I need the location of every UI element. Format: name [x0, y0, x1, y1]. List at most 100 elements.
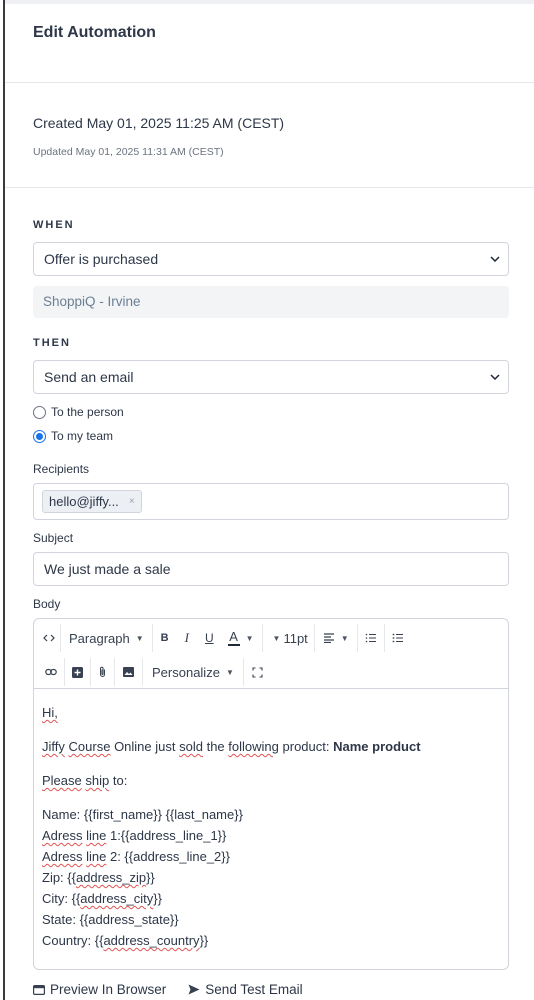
offer-field[interactable]: ShoppiQ - Irvine	[33, 286, 509, 318]
browser-window-icon	[33, 984, 45, 995]
address-line-1: Adress line 1:{{address_line_1}}	[42, 825, 500, 846]
spelled-word: Jiffy	[42, 739, 65, 754]
text-run: to:	[112, 773, 128, 788]
text-run: }}	[146, 870, 155, 885]
image-icon	[123, 667, 134, 677]
link-icon	[45, 668, 57, 676]
when-label: WHEN	[33, 219, 75, 231]
recipient-tag-label: hello@jiffy...	[49, 494, 119, 509]
ordered-list-icon	[365, 633, 376, 643]
caret-down-icon: ▼	[272, 633, 281, 643]
trigger-select[interactable]: Offer is purchased	[33, 242, 509, 276]
timestamps-section: Created May 01, 2025 11:25 AM (CEST) Upd…	[5, 83, 534, 188]
unordered-list-button[interactable]	[385, 624, 411, 652]
underline-button[interactable]: U	[197, 624, 222, 652]
text-run: the	[206, 739, 225, 754]
paragraph-format-dropdown[interactable]: Paragraph ▼	[61, 624, 153, 652]
ship-line: Please ship to:	[42, 770, 500, 791]
chevron-down-icon	[488, 361, 502, 393]
subject-label: Subject	[33, 531, 74, 545]
automation-form: WHEN Offer is purchased ShoppiQ - Irvine…	[5, 219, 534, 997]
recipient-tag[interactable]: hello@jiffy... ×	[42, 490, 142, 513]
radio-option-team[interactable]: To my team	[33, 426, 509, 446]
insert-image-button[interactable]	[115, 658, 143, 686]
remove-tag-icon[interactable]: ×	[129, 496, 135, 507]
caret-down-icon: ▼	[135, 633, 144, 643]
edit-automation-panel: Edit Automation Created May 01, 2025 11:…	[5, 4, 534, 1000]
send-test-label: Send Test Email	[205, 982, 303, 997]
radio-label-team: To my team	[51, 429, 114, 443]
spelled-word: ship	[85, 773, 110, 788]
caret-down-icon: ▼	[245, 633, 254, 643]
country-line: Country: {{address_country}}	[42, 930, 500, 951]
text-run: product:	[282, 739, 330, 754]
font-size-dropdown[interactable]: ▼ 11pt	[263, 624, 315, 652]
align-left-icon	[323, 633, 334, 643]
radio-button-team[interactable]	[33, 429, 46, 443]
trigger-select-value: Offer is purchased	[44, 251, 159, 267]
spelled-word: line	[86, 849, 107, 864]
recipients-field[interactable]: hello@jiffy... ×	[33, 483, 509, 520]
spelled-word: Please	[42, 773, 82, 788]
action-select-value: Send an email	[44, 369, 134, 385]
radio-button-person[interactable]	[33, 405, 46, 419]
code-view-icon[interactable]	[38, 624, 61, 652]
caret-down-icon: ▼	[340, 633, 349, 643]
spelled-word: Hi,	[42, 705, 58, 720]
chevron-down-icon	[488, 243, 502, 275]
font-color-swatch	[227, 644, 240, 646]
personalize-label: Personalize	[152, 664, 220, 680]
text-run: 1:{{address_line_1}}	[109, 828, 227, 843]
toolbar-row-2: Personalize ▼	[38, 655, 504, 689]
body-label: Body	[33, 597, 61, 611]
text-run: Zip: {{	[42, 870, 76, 885]
then-label: THEN	[33, 337, 71, 349]
page-title: Edit Automation	[33, 24, 156, 41]
paragraph-format-label: Paragraph	[69, 630, 130, 646]
action-select[interactable]: Send an email	[33, 360, 509, 394]
insert-link-button[interactable]	[38, 658, 65, 686]
address-line-2: Adress line 2: {{address_line_2}}	[42, 846, 500, 867]
state-line: State: {{address_state}}	[42, 912, 179, 927]
font-color-dropdown[interactable]: A ▼	[222, 624, 263, 652]
send-icon	[188, 984, 200, 995]
ordered-list-button[interactable]	[358, 624, 385, 652]
insert-block-button[interactable]	[65, 658, 91, 686]
text-run: City: {{	[42, 891, 81, 906]
text-run: 2: {{address_line_2}}	[109, 849, 230, 864]
expand-icon	[252, 666, 263, 678]
italic-button[interactable]: I	[177, 624, 197, 652]
preview-in-browser-button[interactable]: Preview In Browser	[33, 982, 166, 997]
text-run: }}	[199, 933, 209, 948]
paperclip-icon	[100, 666, 105, 677]
editor-content[interactable]: Hi, Jiffy Course Online just sold the fo…	[34, 689, 508, 951]
personalize-dropdown[interactable]: Personalize ▼	[143, 658, 244, 686]
spelled-word: Course	[68, 739, 111, 754]
preview-label: Preview In Browser	[50, 982, 167, 997]
font-color-letter: A	[229, 629, 238, 644]
greeting-line: Hi,	[42, 702, 500, 723]
body-editor: Paragraph ▼ B I U A ▼ ▼ 11pt ▼ Personali…	[33, 618, 509, 970]
spelled-word: address_country	[103, 933, 200, 948]
created-timestamp: Created May 01, 2025 11:25 AM (CEST)	[33, 115, 285, 131]
font-size-label: 11pt	[283, 630, 308, 646]
spelled-word: sold	[179, 739, 203, 754]
bold-button[interactable]: B	[153, 624, 177, 652]
text-run: Online just	[114, 739, 176, 754]
panel-header: Edit Automation	[5, 4, 534, 83]
subject-input[interactable]: We just made a sale	[33, 552, 509, 586]
caret-down-icon: ▼	[225, 667, 234, 677]
spelled-word: line	[86, 828, 107, 843]
send-test-email-button[interactable]: Send Test Email	[188, 982, 303, 997]
spelled-word: address_city	[80, 891, 154, 906]
align-dropdown[interactable]: ▼	[315, 624, 358, 652]
editor-toolbar: Paragraph ▼ B I U A ▼ ▼ 11pt ▼ Personali…	[34, 619, 508, 689]
spelled-word: Adress	[42, 849, 83, 864]
unordered-list-icon	[392, 633, 403, 643]
recipients-label: Recipients	[33, 462, 90, 476]
fullscreen-button[interactable]	[244, 658, 271, 686]
product-name: Name product	[333, 739, 421, 754]
attach-file-button[interactable]	[91, 658, 115, 686]
name-line: Name: {{first_name}} {{last_name}}	[42, 807, 243, 822]
radio-option-person[interactable]: To the person	[33, 402, 509, 422]
